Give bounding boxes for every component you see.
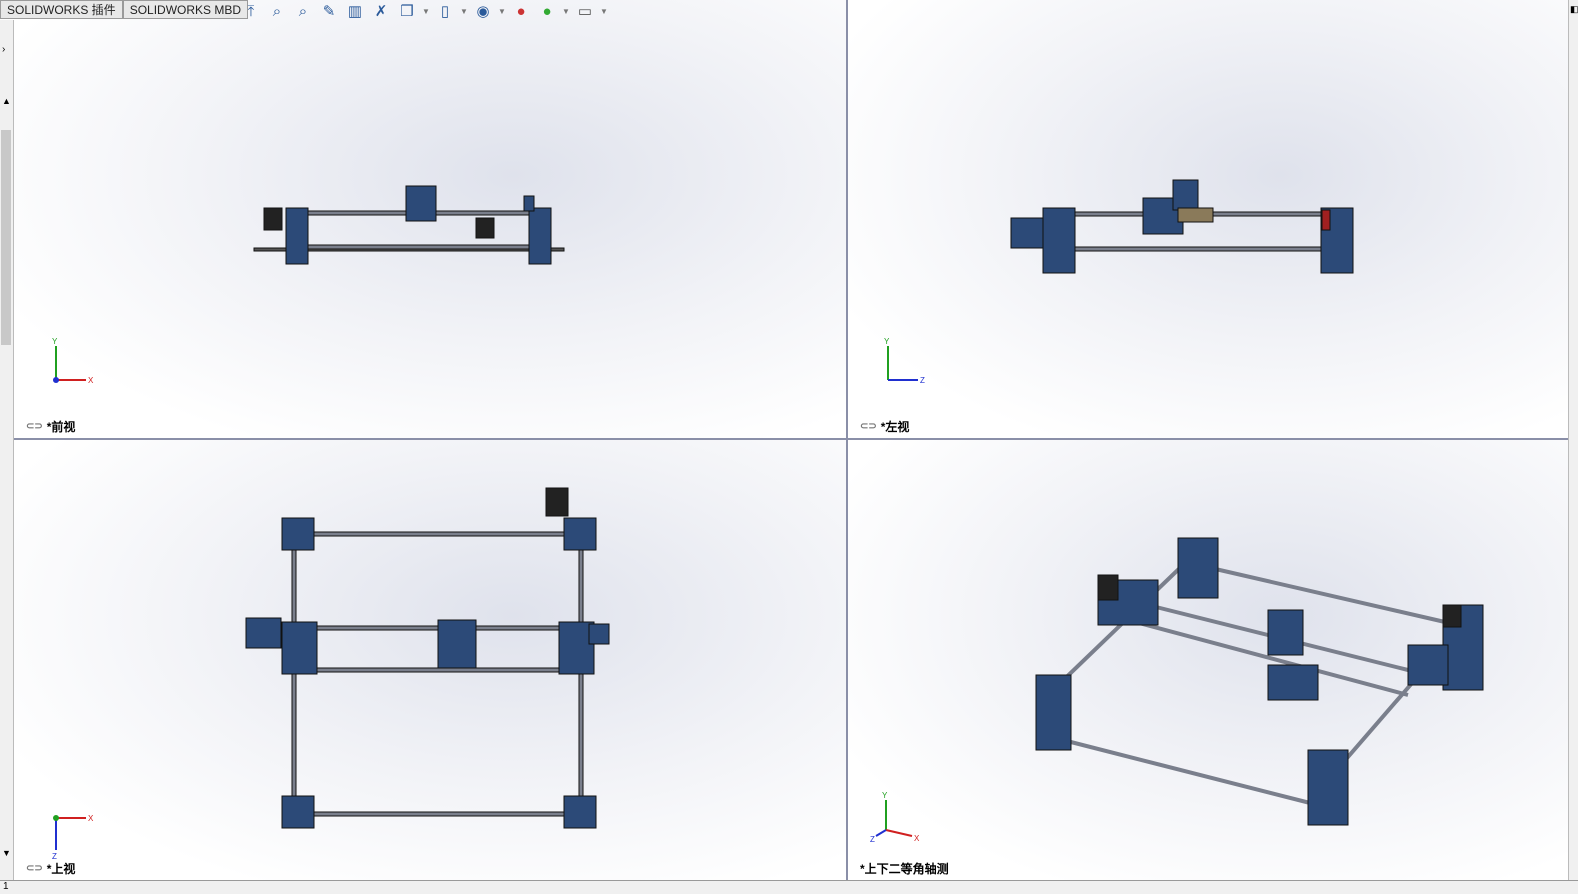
svg-text:Z: Z — [52, 852, 57, 860]
viewport-front[interactable]: YX ⊂⊃ *前视 — [14, 0, 846, 438]
viewport-label: ⊂⊃ *前视 — [26, 420, 76, 434]
dropdown-arrow-icon[interactable]: ▼ — [562, 2, 570, 22]
hide-show-icon[interactable]: ◉ — [472, 2, 494, 22]
viewport-isometric[interactable]: Y Z X *上下二等角轴测 — [848, 440, 1568, 880]
coordinate-triad: YX — [52, 338, 94, 385]
assembly-front-view — [253, 185, 565, 265]
status-bar: 1 — [0, 880, 1578, 894]
view-orientation-icon[interactable]: ⤒ — [240, 2, 262, 22]
viewport-top[interactable]: ZX ⊂⊃ *上视 — [14, 440, 846, 880]
section-view-icon[interactable]: ▥ — [344, 2, 366, 22]
svg-text:Z: Z — [920, 376, 925, 385]
edit-appearance-icon[interactable]: ● — [510, 2, 532, 22]
viewport-left[interactable]: YZ ⊂⊃ *左视 — [848, 0, 1568, 438]
svg-text:Y: Y — [52, 338, 58, 346]
expand-arrow-icon[interactable]: › — [2, 44, 5, 55]
command-manager-tabs: SOLIDWORKS 插件 SOLIDWORKS MBD — [0, 0, 249, 19]
display-style-icon[interactable]: ▯ — [434, 2, 456, 22]
assembly-isometric-view — [1035, 537, 1484, 826]
dynamic-annotation-icon[interactable]: ✗ — [370, 2, 392, 22]
view-orientation-dropdown-icon[interactable]: ❒ — [396, 2, 418, 22]
dropdown-arrow-icon[interactable]: ▼ — [422, 2, 430, 22]
link-views-icon[interactable]: ⊂⊃ — [26, 421, 43, 432]
assembly-top-view — [245, 487, 610, 829]
left-panel-scrollbar[interactable]: › ▲ ▼ — [0, 20, 14, 882]
dropdown-arrow-icon[interactable]: ▼ — [498, 2, 506, 22]
coordinate-triad: YZ — [884, 338, 925, 385]
heads-up-view-toolbar: ⤒ ⌕ ⌕ ✎ ▥ ✗ ❒ ▼ ▯ ▼ ◉ ▼ ● ● ▼ ▭ ▼ — [240, 2, 608, 22]
zoom-to-area-icon[interactable]: ⌕ — [292, 2, 314, 22]
scroll-up-icon[interactable]: ▲ — [2, 96, 11, 106]
svg-text:X: X — [88, 376, 94, 385]
svg-text:X: X — [88, 814, 94, 823]
coordinate-triad: ZX — [52, 814, 94, 860]
collapse-task-pane-icon[interactable]: ◧ — [1569, 0, 1578, 19]
link-views-icon[interactable]: ⊂⊃ — [26, 863, 43, 874]
dropdown-arrow-icon[interactable]: ▼ — [460, 2, 468, 22]
svg-text:Z: Z — [870, 835, 875, 842]
dropdown-arrow-icon[interactable]: ▼ — [600, 2, 608, 22]
page-number: 1 — [3, 881, 9, 892]
task-pane-edge: ◧ — [1568, 0, 1578, 882]
previous-view-icon[interactable]: ✎ — [318, 2, 340, 22]
tab-solidworks-mbd[interactable]: SOLIDWORKS MBD — [122, 0, 249, 19]
scrollbar-thumb[interactable] — [1, 130, 11, 345]
tab-solidworks-addins[interactable]: SOLIDWORKS 插件 — [0, 0, 123, 19]
svg-text:Y: Y — [882, 792, 888, 800]
link-views-icon[interactable]: ⊂⊃ — [860, 421, 877, 432]
coordinate-triad: Y Z X — [870, 792, 920, 842]
viewport-splitter-vertical[interactable] — [846, 0, 848, 882]
viewport-label: ⊂⊃ *上视 — [26, 862, 76, 876]
viewport-splitter-horizontal[interactable] — [14, 438, 1568, 440]
apply-scene-icon[interactable]: ● — [536, 2, 558, 22]
view-settings-icon[interactable]: ▭ — [574, 2, 596, 22]
svg-text:X: X — [914, 834, 920, 842]
zoom-to-fit-icon[interactable]: ⌕ — [266, 2, 288, 22]
scroll-down-icon[interactable]: ▼ — [2, 848, 11, 858]
assembly-left-view — [1010, 179, 1354, 274]
viewport-label: *上下二等角轴测 — [860, 862, 949, 876]
svg-text:Y: Y — [884, 338, 890, 346]
viewport-label: ⊂⊃ *左视 — [860, 420, 910, 434]
